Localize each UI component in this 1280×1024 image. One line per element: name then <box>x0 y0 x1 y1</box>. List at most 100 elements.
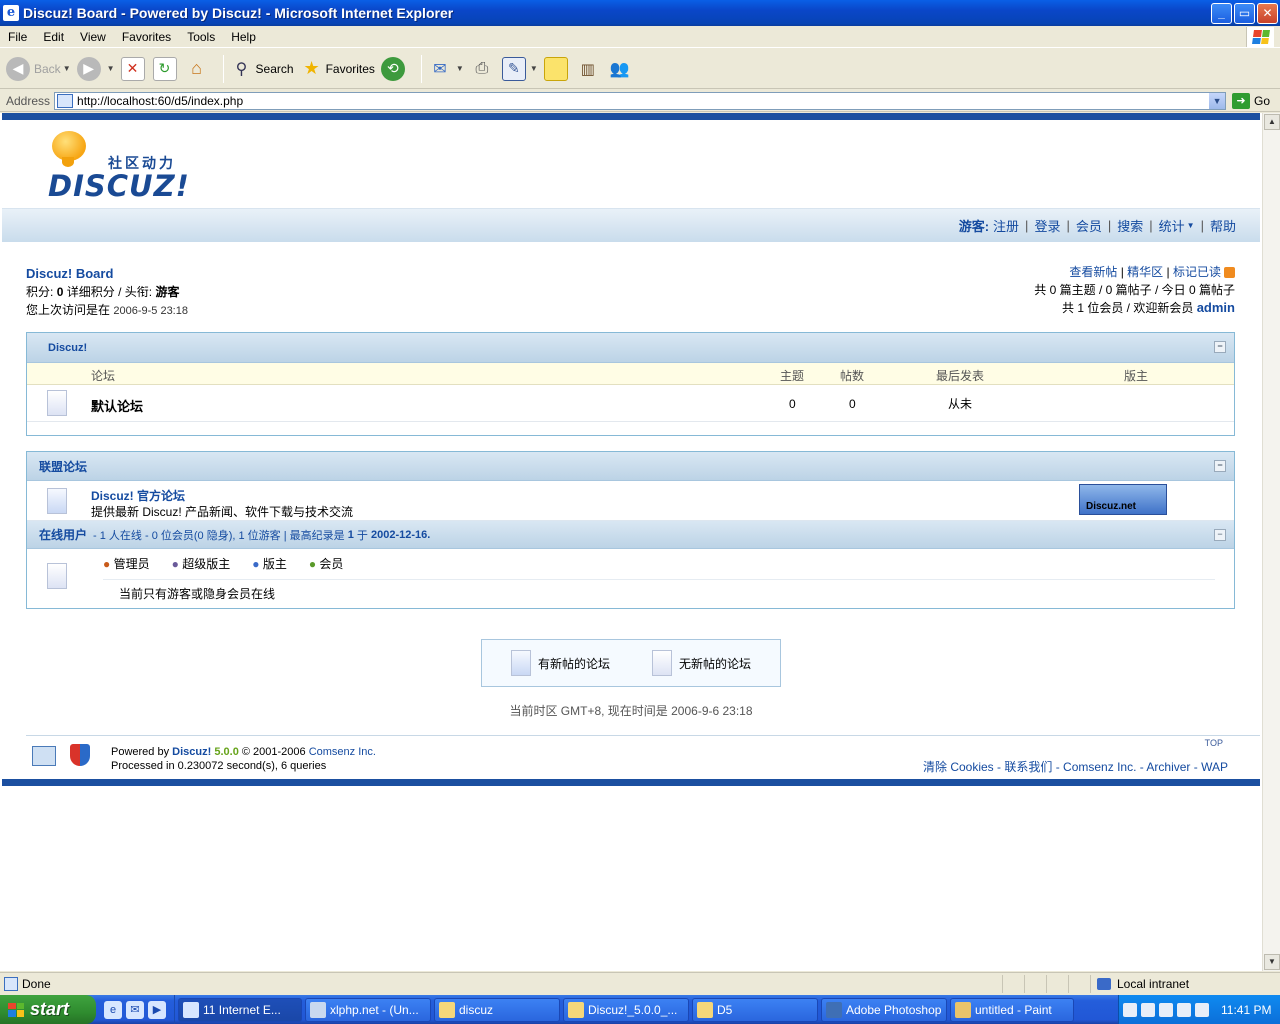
discuz-logo[interactable]: 社区动力 DISCUZ! <box>48 131 189 203</box>
nav-guest-label: 游客: <box>958 219 990 234</box>
legend-member: ● 会员 <box>308 557 344 571</box>
task-internet-explorer[interactable]: 11 Internet E... <box>178 997 302 1022</box>
search-button[interactable]: ⚲ Search <box>230 57 294 81</box>
mail-button[interactable]: ✉ ▼ <box>428 57 464 81</box>
nav-stats[interactable]: 统计 <box>1159 216 1185 235</box>
timezone-text: 当前时区 GMT+8, 现在时间是 2006-9-6 23:18 <box>509 704 753 718</box>
mail-dropdown-icon[interactable]: ▼ <box>456 64 464 73</box>
stop-button[interactable]: ✕ <box>120 56 147 81</box>
board-link[interactable]: Discuz! Board <box>26 265 188 283</box>
address-input[interactable]: http://localhost:60/d5/index.php ▼ <box>54 91 1227 110</box>
scroll-down-icon[interactable]: ▼ <box>1264 954 1280 970</box>
back-dropdown-icon[interactable]: ▼ <box>63 64 71 73</box>
task-d5-folder[interactable]: D5 <box>692 997 818 1022</box>
menu-view[interactable]: View <box>72 30 114 44</box>
messenger-button[interactable]: 👥 <box>608 57 634 81</box>
wap-link[interactable]: WAP <box>1201 760 1228 774</box>
nav-register[interactable]: 注册 <box>993 216 1019 235</box>
forum-posts: 0 <box>849 397 856 411</box>
refresh-button[interactable]: ↻ <box>152 56 179 81</box>
address-url[interactable]: http://localhost:60/d5/index.php <box>77 94 1209 108</box>
task-discuz-folder[interactable]: discuz <box>434 997 560 1022</box>
points-detail-link[interactable]: 详细积分 <box>67 285 115 299</box>
vertical-scrollbar[interactable]: ▲ ▼ <box>1262 113 1280 971</box>
close-button[interactable]: ✕ <box>1257 2 1278 24</box>
collapse-icon[interactable]: − <box>1214 341 1226 353</box>
menu-edit[interactable]: Edit <box>35 30 72 44</box>
go-button[interactable]: ➜ Go <box>1232 92 1271 109</box>
ie-quicklaunch-icon[interactable]: e <box>104 1000 122 1019</box>
footer-company-link[interactable]: Comsenz Inc. <box>309 746 376 758</box>
task-discuz-500-folder[interactable]: Discuz!_5.0.0_... <box>563 997 689 1022</box>
forum-name-link[interactable]: 默认论坛 <box>91 396 143 415</box>
edit-dropdown-icon[interactable]: ▼ <box>530 64 538 73</box>
back-button[interactable]: ◀ Back ▼ <box>6 56 71 81</box>
no-new-posts-icon <box>652 650 672 676</box>
forum-topics: 0 <box>789 397 796 411</box>
menu-tools[interactable]: Tools <box>179 30 223 44</box>
task-paint[interactable]: untitled - Paint <box>950 997 1074 1022</box>
comsenz-link[interactable]: Comsenz Inc. <box>1063 760 1136 774</box>
category-title[interactable]: Discuz! <box>48 342 87 354</box>
clear-cookies-link[interactable]: 清除 Cookies <box>923 760 994 774</box>
address-label: Address <box>6 93 51 108</box>
go-label: Go <box>1254 93 1271 108</box>
ie-icon: e <box>3 5 19 21</box>
top-link[interactable]: TOP <box>1205 738 1223 748</box>
menu-file[interactable]: File <box>0 30 35 44</box>
research-button[interactable]: ▥ <box>576 57 602 81</box>
print-button[interactable]: ⎙ <box>470 57 496 81</box>
edit-button[interactable]: ✎ ▼ <box>501 56 538 81</box>
collapse-icon[interactable]: − <box>1214 529 1226 541</box>
task-xlphp[interactable]: xlphp.net - (Un... <box>305 997 431 1022</box>
task-photoshop[interactable]: Adobe Photoshop <box>821 997 947 1022</box>
discuss-button[interactable] <box>543 56 570 81</box>
history-button[interactable]: ⟲ <box>380 56 409 81</box>
rss-icon[interactable] <box>1224 267 1235 279</box>
forward-button[interactable]: ▶ ▼ <box>76 56 115 81</box>
refresh-icon: ↻ <box>152 56 177 81</box>
go-arrow-icon: ➜ <box>1232 92 1251 109</box>
tray-security-icon[interactable] <box>1195 1002 1209 1017</box>
archiver-link[interactable]: Archiver <box>1146 760 1190 774</box>
mark-read-link[interactable]: 标记已读 <box>1173 265 1221 279</box>
nav-search[interactable]: 搜索 <box>1117 216 1143 235</box>
nav-login[interactable]: 登录 <box>1034 216 1060 235</box>
forward-dropdown-icon[interactable]: ▼ <box>107 64 115 73</box>
footer-brand-link[interactable]: Discuz! <box>172 746 211 758</box>
page-icon <box>57 93 74 108</box>
tray-app-icon[interactable] <box>1141 1002 1155 1017</box>
stats-line: 共 0 篇主题 / 0 篇帖子 / 今日 0 篇帖子 <box>1034 283 1235 297</box>
discuz-mini-logo[interactable] <box>32 746 56 766</box>
maximize-button[interactable]: ▭ <box>1234 2 1255 24</box>
outlook-quicklaunch-icon[interactable]: ✉ <box>126 1000 144 1019</box>
footer-links: 清除 Cookies - 联系我们 - Comsenz Inc. - Archi… <box>922 760 1228 774</box>
collapse-icon[interactable]: − <box>1214 460 1226 472</box>
discuz-net-banner[interactable]: Discuz.net <box>1079 484 1167 515</box>
nav-help[interactable]: 帮助 <box>1210 216 1236 235</box>
new-member-link[interactable]: admin <box>1197 300 1235 315</box>
view-new-posts-link[interactable]: 查看新帖 <box>1069 265 1117 279</box>
scroll-up-icon[interactable]: ▲ <box>1264 114 1280 130</box>
home-button[interactable]: ⌂ <box>185 57 211 81</box>
menu-help[interactable]: Help <box>223 30 264 44</box>
digest-link[interactable]: 精华区 <box>1127 265 1163 279</box>
start-button[interactable]: start <box>0 995 96 1024</box>
menu-favorites[interactable]: Favorites <box>114 30 179 44</box>
minimize-button[interactable]: _ <box>1211 2 1232 24</box>
media-quicklaunch-icon[interactable]: ▶ <box>148 1000 166 1019</box>
stats-dropdown-icon[interactable]: ▼ <box>1187 221 1195 230</box>
nav-members[interactable]: 会员 <box>1076 216 1102 235</box>
tray-input-icon[interactable] <box>1177 1002 1191 1017</box>
tray-network-icon[interactable] <box>1123 1002 1137 1017</box>
clock[interactable]: 11:41 PM <box>1221 1003 1271 1017</box>
favorites-button[interactable]: ★ Favorites <box>300 57 374 81</box>
address-dropdown-icon[interactable]: ▼ <box>1209 92 1226 109</box>
tray-volume-icon[interactable] <box>1159 1002 1173 1017</box>
zone-indicator: Local intranet <box>1090 975 1240 993</box>
menu-bar: File Edit View Favorites Tools Help <box>0 26 1280 48</box>
league-forum-link[interactable]: Discuz! 官方论坛 <box>91 487 185 504</box>
contact-link[interactable]: 联系我们 <box>1004 760 1052 774</box>
star-icon: ★ <box>303 58 320 78</box>
top-stripe <box>2 113 1260 120</box>
